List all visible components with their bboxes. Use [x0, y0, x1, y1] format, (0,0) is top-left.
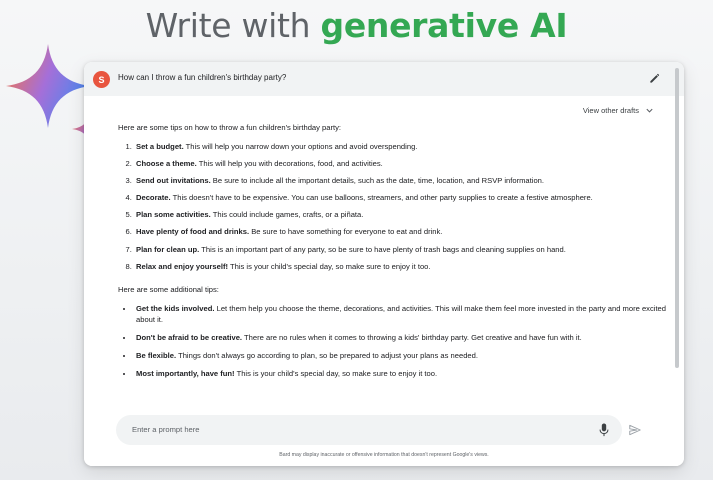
tip-text: This doesn't have to be expensive. You c… [170, 193, 593, 203]
avatar: S [93, 71, 110, 88]
view-other-drafts-button[interactable]: View other drafts [583, 106, 654, 115]
tip-text: This is your child's special day, so mak… [228, 261, 431, 271]
list-item: Set a budget. This will help you narrow … [134, 141, 666, 152]
list-item: Send out invitations. Be sure to include… [134, 175, 666, 186]
tip-title: Send out invitations. [136, 176, 211, 186]
tips-list: Set a budget. This will help you narrow … [118, 141, 666, 272]
prompt-placeholder: Enter a prompt here [132, 425, 200, 434]
disclaimer: Bard may display inaccurate or offensive… [279, 452, 489, 458]
additional-intro: Here are some additional tips: [118, 284, 219, 294]
response-intro: Here are some tips on how to throw a fun… [118, 123, 342, 132]
tip-text: Let them help you choose the theme, deco… [136, 303, 667, 324]
list-item: Plan some activities. This could include… [134, 209, 666, 220]
list-item: Have plenty of food and drinks. Be sure … [134, 226, 666, 237]
headline-prefix: Write with [145, 6, 321, 45]
tip-title: Don't be afraid to be creative. [136, 332, 243, 342]
tip-text: This is an important part of any party, … [199, 244, 566, 254]
tip-text: Things don't always go according to plan… [176, 350, 478, 360]
tip-title: Relax and enjoy yourself! [136, 261, 228, 271]
tip-text: This is your child's special day, so mak… [234, 368, 438, 378]
tip-text: Be sure to include all the important det… [210, 176, 545, 186]
list-item: Don't be afraid to be creative. There ar… [134, 332, 666, 343]
tip-title: Plan some activities. [136, 210, 211, 220]
response-content: Here are some tips on how to throw a fun… [118, 122, 666, 386]
list-item: Plan for clean up. This is an important … [134, 244, 666, 255]
user-query-bar: S How can I throw a fun children's birth… [84, 62, 684, 96]
tip-text: This could include games, crafts, or a p… [210, 210, 364, 220]
tip-title: Choose a theme. [136, 159, 197, 169]
prompt-area: Enter a prompt here Bard may display ina… [84, 398, 684, 466]
send-icon[interactable] [628, 423, 642, 437]
tip-text: There are no rules when it comes to thro… [242, 332, 582, 342]
scrollbar[interactable] [675, 68, 679, 368]
chevron-down-icon [646, 108, 653, 113]
user-query-text: How can I throw a fun children's birthda… [118, 73, 287, 82]
tip-text: This will help you with decorations, foo… [196, 159, 383, 169]
additional-tips-list: Get the kids involved. Let them help you… [118, 303, 666, 379]
list-item: Relax and enjoy yourself! This is your c… [134, 261, 666, 272]
list-item: Choose a theme. This will help you with … [134, 158, 666, 169]
list-item: Be flexible. Things don't always go acco… [134, 350, 666, 361]
tip-text: This will help you narrow down your opti… [183, 142, 418, 151]
drafts-label: View other drafts [582, 106, 639, 115]
tip-title: Plan for clean up. [136, 244, 200, 254]
edit-pencil-icon[interactable] [648, 71, 662, 85]
tip-title: Have plenty of food and drinks. [136, 227, 250, 237]
list-item: Most importantly, have fun! This is your… [134, 368, 666, 379]
headline-accent: generative AI [320, 6, 568, 45]
prompt-input[interactable]: Enter a prompt here [116, 415, 622, 445]
tip-title: Most importantly, have fun! [136, 368, 235, 378]
list-item: Get the kids involved. Let them help you… [134, 303, 666, 325]
microphone-icon[interactable] [598, 423, 610, 437]
tip-title: Set a budget. [136, 142, 184, 151]
tip-text: Be sure to have something for everyone t… [249, 227, 443, 237]
chat-window: S How can I throw a fun children's birth… [84, 62, 684, 466]
tip-title: Decorate. [136, 193, 171, 203]
tip-title: Be flexible. [136, 350, 177, 360]
list-item: Decorate. This doesn't have to be expens… [134, 192, 666, 203]
headline: Write with generative AI [0, 6, 713, 46]
tip-title: Get the kids involved. [136, 303, 215, 313]
